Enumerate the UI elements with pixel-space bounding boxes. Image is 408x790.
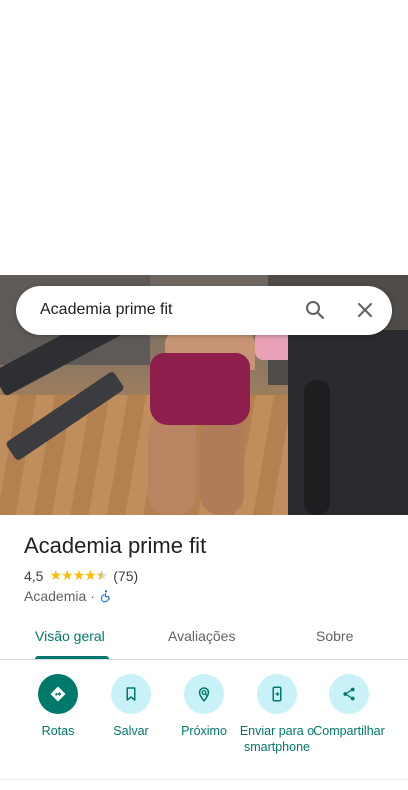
separator: · — [90, 588, 95, 604]
share-icon — [329, 674, 369, 714]
rating-value: 4,5 — [24, 567, 44, 584]
review-count[interactable]: (75) — [113, 568, 138, 584]
directions-button[interactable]: Rotas — [20, 672, 96, 739]
tab-reviews[interactable]: Avaliações — [168, 628, 235, 644]
photo-person — [150, 353, 250, 425]
share-button[interactable]: Compartilhar — [311, 672, 387, 739]
send-to-phone-icon — [257, 674, 297, 714]
star-icon: ★ — [84, 567, 97, 583]
wheelchair-icon — [99, 589, 113, 603]
photo-person — [148, 415, 196, 515]
bottom-divider — [0, 779, 408, 780]
photo-machine — [304, 380, 330, 515]
half-star-icon: ★ — [96, 567, 109, 584]
rating-row[interactable]: 4,5 ★ ★ ★ ★ ★ (75) — [24, 567, 138, 584]
place-title: Academia prime fit — [24, 533, 207, 558]
tab-about[interactable]: Sobre — [316, 628, 353, 644]
nearby-label: Próximo — [181, 724, 227, 738]
nearby-icon — [184, 674, 224, 714]
place-category: Academia — [24, 588, 87, 604]
save-label: Salvar — [113, 724, 149, 738]
star-icon: ★ — [61, 567, 74, 583]
category-row: Academia · — [24, 588, 113, 604]
star-rating: ★ ★ ★ ★ ★ — [49, 567, 109, 584]
save-button[interactable]: Salvar — [93, 672, 169, 739]
directions-label: Rotas — [41, 724, 75, 738]
directions-icon — [38, 674, 78, 714]
photo-person — [200, 415, 244, 515]
bookmark-icon — [111, 674, 151, 714]
star-icon: ★ — [72, 567, 86, 583]
star-icon: ★ — [49, 567, 62, 583]
search-input[interactable]: Academia prime fit — [40, 301, 173, 319]
close-icon[interactable] — [353, 298, 377, 322]
send-to-phone-label: Enviar para o smartphone — [239, 724, 315, 754]
active-tab-indicator — [35, 656, 109, 659]
tab-overview[interactable]: Visão geral — [35, 628, 105, 644]
search-icon[interactable] — [303, 298, 327, 322]
action-row: Rotas Salvar Próximo Enviar para o smart… — [0, 672, 408, 782]
send-to-phone-button[interactable]: Enviar para o smartphone — [239, 672, 315, 755]
share-label: Compartilhar — [313, 724, 385, 738]
tab-bar: Visão geral Avaliações Sobre — [0, 616, 408, 660]
search-bar[interactable]: Academia prime fit — [16, 286, 392, 335]
nearby-button[interactable]: Próximo — [166, 672, 242, 739]
